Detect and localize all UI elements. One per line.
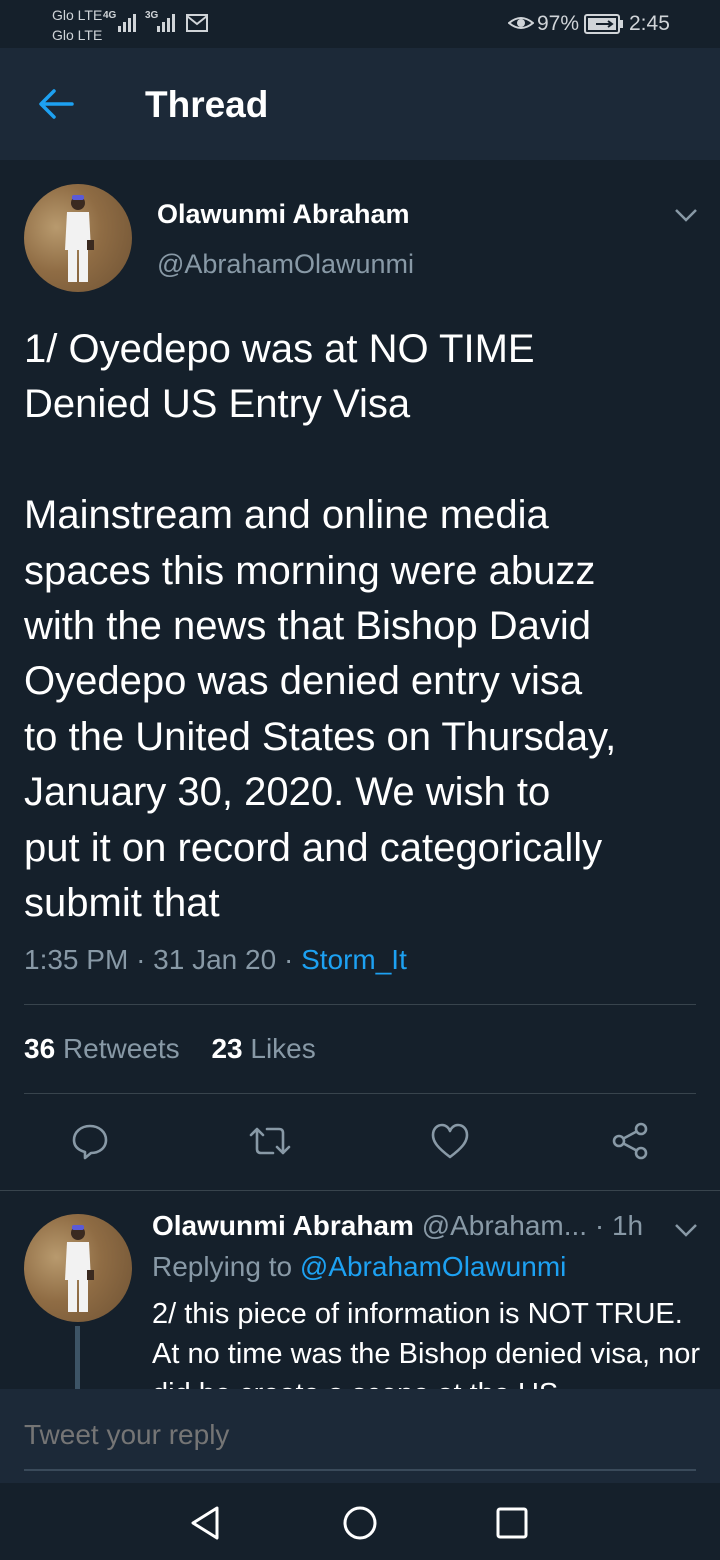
- share-button[interactable]: [606, 1117, 654, 1165]
- reply-avatar[interactable]: [24, 1214, 132, 1322]
- replying-to-mention[interactable]: @AbrahamOlawunmi: [300, 1251, 567, 1282]
- nav-back-button[interactable]: [183, 1501, 227, 1545]
- replying-to: Replying to @AbrahamOlawunmi: [152, 1251, 566, 1283]
- tweet-stats: 36 Retweets 23 Likes: [24, 1033, 316, 1065]
- meta-separator: ·: [594, 1210, 612, 1241]
- square-recents-icon: [496, 1507, 528, 1539]
- nav-home-button[interactable]: [338, 1501, 382, 1545]
- retweet-count: 36: [24, 1033, 56, 1064]
- mail-icon: [186, 14, 208, 32]
- tweet-meta: 1:35 PM · 31 Jan 20 · Storm_It: [24, 944, 407, 976]
- like-icon: [431, 1123, 469, 1159]
- battery-icon: [584, 14, 623, 34]
- network-type-1: 4G: [103, 10, 117, 21]
- signal-icon: [157, 12, 175, 32]
- divider: [24, 1004, 696, 1005]
- reply-author-name[interactable]: Olawunmi Abraham: [152, 1210, 414, 1241]
- divider: [24, 1093, 696, 1094]
- nav-recents-button[interactable]: [490, 1501, 534, 1545]
- like-count: 23: [211, 1033, 243, 1064]
- author-name[interactable]: Olawunmi Abraham: [157, 199, 410, 230]
- carrier-label-1: Glo LTE: [52, 7, 103, 23]
- thread-connector-line: [75, 1326, 80, 1390]
- clock: 2:45: [629, 12, 670, 35]
- chevron-down-icon[interactable]: [672, 205, 700, 225]
- page-title: Thread: [145, 84, 269, 125]
- tweet-text: 1/ Oyedepo was at NO TIME Denied US Entr…: [24, 327, 617, 926]
- tweet-source-link[interactable]: Storm_It: [301, 944, 407, 975]
- person-figure: [65, 195, 94, 282]
- reply-header: Olawunmi Abraham @Abraham... · 1h: [152, 1210, 643, 1242]
- retweets-stat[interactable]: 36 Retweets: [24, 1033, 180, 1064]
- system-nav-bar: [0, 1483, 720, 1560]
- meta-separator: ·: [283, 944, 302, 975]
- tweet-date: 31 Jan 20: [153, 944, 277, 975]
- meta-separator: ·: [136, 944, 154, 975]
- status-bar: Glo LTE Glo LTE 4G 3G 97% 2:45: [0, 0, 720, 48]
- carrier-label-2: Glo LTE: [52, 27, 103, 43]
- like-label: Likes: [250, 1033, 316, 1064]
- person-figure: [65, 1225, 94, 1312]
- share-icon: [612, 1122, 648, 1160]
- triangle-back-icon: [191, 1506, 219, 1540]
- author-handle[interactable]: @AbrahamOlawunmi: [157, 249, 414, 280]
- input-underline: [24, 1469, 696, 1471]
- back-arrow-icon: [39, 89, 74, 119]
- retweet-icon: [249, 1127, 291, 1155]
- reply-composer: [0, 1389, 720, 1483]
- signal-icon: [118, 12, 136, 32]
- retweet-label: Retweets: [62, 1033, 180, 1064]
- reply-button[interactable]: [66, 1117, 114, 1165]
- retweet-button[interactable]: [246, 1117, 294, 1165]
- reply-input[interactable]: [24, 1419, 664, 1451]
- reply-text: 2/ this piece of information is NOT TRUE…: [152, 1298, 701, 1390]
- avatar[interactable]: [24, 184, 132, 292]
- circle-home-icon: [343, 1506, 377, 1540]
- tweet-time: 1:35 PM: [24, 944, 129, 975]
- reply-age: 1h: [611, 1210, 644, 1241]
- chevron-down-icon[interactable]: [672, 1220, 700, 1240]
- reply-author-handle[interactable]: @Abraham...: [422, 1210, 587, 1241]
- eye-icon: [508, 17, 534, 29]
- replying-prefix: Replying to: [152, 1251, 293, 1282]
- battery-percent: 97%: [537, 12, 580, 35]
- top-app-bar: Thread: [0, 48, 720, 160]
- section-divider: [0, 1190, 720, 1191]
- likes-stat[interactable]: 23 Likes: [211, 1033, 315, 1064]
- like-button[interactable]: [426, 1117, 474, 1165]
- back-button[interactable]: [30, 80, 82, 128]
- reply-icon: [72, 1124, 108, 1160]
